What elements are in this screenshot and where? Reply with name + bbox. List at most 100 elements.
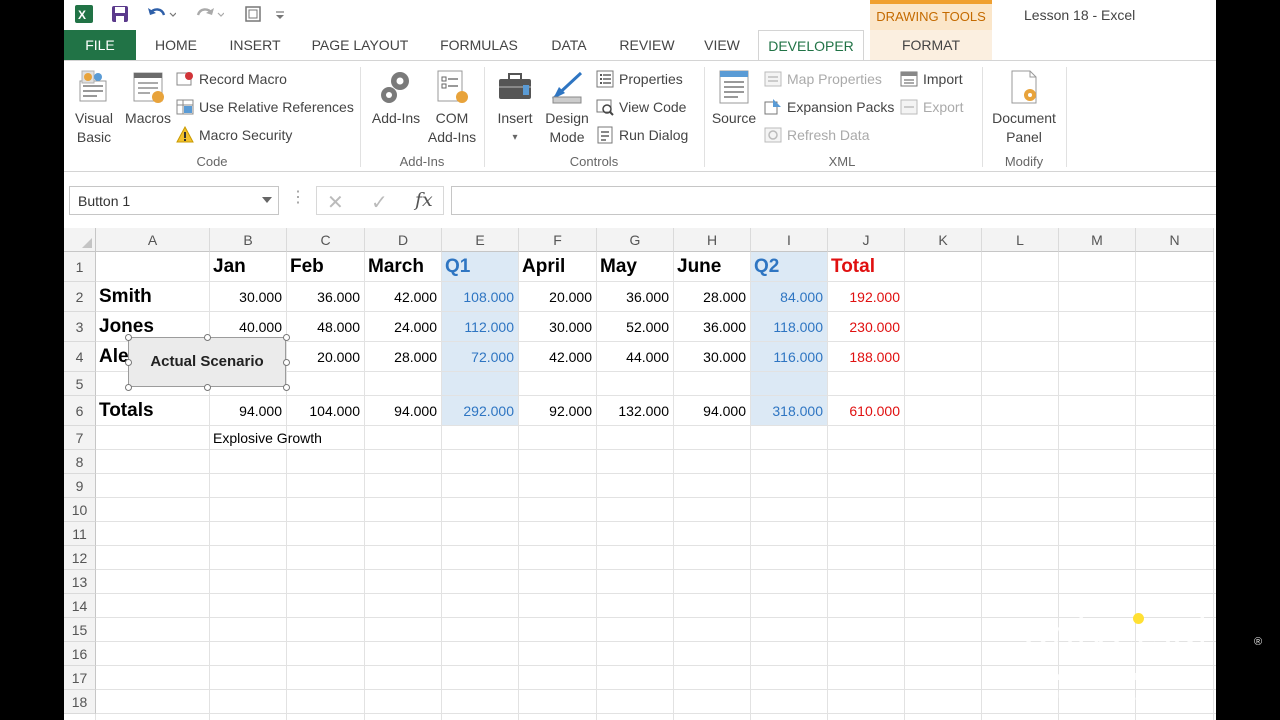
row-header-4[interactable]: 4: [64, 342, 96, 372]
macros-button[interactable]: Macros: [120, 67, 176, 128]
cell-header-may[interactable]: May: [600, 252, 637, 282]
cell-total-value[interactable]: 292.000: [442, 396, 514, 426]
tab-page-layout[interactable]: PAGE LAYOUT: [304, 30, 416, 60]
cell-value[interactable]: 20.000: [287, 342, 360, 372]
properties-button[interactable]: Properties: [596, 67, 683, 91]
resize-handle[interactable]: [204, 334, 211, 341]
import-button[interactable]: Import: [900, 67, 963, 91]
insert-control-button[interactable]: Insert ▾: [492, 67, 538, 147]
tab-format[interactable]: FORMAT: [870, 30, 992, 60]
cell-total-value[interactable]: 94.000: [365, 396, 437, 426]
resize-handle[interactable]: [125, 359, 132, 366]
cell-value[interactable]: 36.000: [597, 282, 669, 312]
column-header-a[interactable]: A: [96, 228, 210, 252]
cell-value[interactable]: 28.000: [365, 342, 437, 372]
resize-handle[interactable]: [283, 359, 290, 366]
cell-value[interactable]: 112.000: [442, 312, 514, 342]
formula-input[interactable]: [451, 186, 1216, 215]
add-ins-button[interactable]: Add-Ins: [364, 67, 428, 128]
row-header-16[interactable]: 16: [64, 642, 96, 666]
cell-value[interactable]: 48.000: [287, 312, 360, 342]
cell-value[interactable]: 52.000: [597, 312, 669, 342]
cell-total-value[interactable]: 104.000: [287, 396, 360, 426]
column-header-b[interactable]: B: [210, 228, 287, 252]
cell-name[interactable]: Smith: [99, 282, 152, 312]
row-header-5[interactable]: 5: [64, 372, 96, 396]
cell-header-jan[interactable]: Jan: [213, 252, 246, 282]
customize-qat-icon[interactable]: [272, 3, 288, 25]
resize-handle[interactable]: [125, 334, 132, 341]
visual-basic-button[interactable]: Visual Basic: [68, 67, 120, 147]
tab-data[interactable]: DATA: [540, 30, 598, 60]
select-all-corner[interactable]: [64, 228, 96, 252]
cell-value[interactable]: 36.000: [674, 312, 746, 342]
undo-icon[interactable]: [144, 3, 178, 25]
tab-insert[interactable]: INSERT: [222, 30, 288, 60]
column-header-d[interactable]: D: [365, 228, 442, 252]
cell-value[interactable]: 42.000: [519, 342, 592, 372]
row-header-15[interactable]: 15: [64, 618, 96, 642]
row-header-11[interactable]: 11: [64, 522, 96, 546]
row-header-17[interactable]: 17: [64, 666, 96, 690]
cell-total-value[interactable]: 132.000: [597, 396, 669, 426]
cell-header-feb[interactable]: Feb: [290, 252, 324, 282]
column-header-e[interactable]: E: [442, 228, 519, 252]
save-icon[interactable]: [108, 3, 132, 25]
cell-value[interactable]: 230.000: [828, 312, 900, 342]
column-header-h[interactable]: H: [674, 228, 751, 252]
cell-value[interactable]: 192.000: [828, 282, 900, 312]
row-header-3[interactable]: 3: [64, 312, 96, 342]
row-header-8[interactable]: 8: [64, 450, 96, 474]
cell-header-june[interactable]: June: [677, 252, 721, 282]
view-code-button[interactable]: View Code: [596, 95, 686, 119]
enter-icon[interactable]: ✓: [371, 190, 388, 215]
tab-formulas[interactable]: FORMULAS: [432, 30, 526, 60]
cell-header-april[interactable]: April: [522, 252, 565, 282]
cell-value[interactable]: 44.000: [597, 342, 669, 372]
cell-total-value[interactable]: 94.000: [674, 396, 746, 426]
row-header-14[interactable]: 14: [64, 594, 96, 618]
cell-total-value[interactable]: 610.000: [828, 396, 900, 426]
row-header-9[interactable]: 9: [64, 474, 96, 498]
cell-value[interactable]: 84.000: [751, 282, 823, 312]
column-header-k[interactable]: K: [905, 228, 982, 252]
cell-value[interactable]: 24.000: [365, 312, 437, 342]
insert-function-icon[interactable]: fx: [415, 189, 433, 211]
column-header-c[interactable]: C: [287, 228, 365, 252]
map-properties-button[interactable]: Map Properties: [764, 67, 882, 91]
design-mode-button[interactable]: Design Mode: [540, 67, 594, 147]
row-header-6[interactable]: 6: [64, 396, 96, 426]
cell-value[interactable]: 30.000: [210, 282, 282, 312]
document-panel-button[interactable]: Document Panel: [986, 67, 1062, 147]
cell-header-total[interactable]: Total: [831, 252, 875, 282]
cancel-icon[interactable]: ✕: [327, 190, 344, 215]
row-header-12[interactable]: 12: [64, 546, 96, 570]
cell-value[interactable]: 116.000: [751, 342, 823, 372]
redo-icon[interactable]: [192, 3, 226, 25]
resize-handle[interactable]: [204, 384, 211, 391]
cell-value[interactable]: 108.000: [442, 282, 514, 312]
resize-handle[interactable]: [283, 384, 290, 391]
tab-home[interactable]: HOME: [146, 30, 206, 60]
row-header-10[interactable]: 10: [64, 498, 96, 522]
com-add-ins-button[interactable]: COM Add-Ins: [426, 67, 478, 147]
column-header-i[interactable]: I: [751, 228, 828, 252]
column-header-j[interactable]: J: [828, 228, 905, 252]
cell-total-value[interactable]: 318.000: [751, 396, 823, 426]
name-box[interactable]: Button 1: [69, 186, 279, 215]
cell-value[interactable]: 188.000: [828, 342, 900, 372]
refresh-data-button[interactable]: Refresh Data: [764, 123, 869, 147]
row-header-7[interactable]: 7: [64, 426, 96, 450]
cell-header-march[interactable]: March: [368, 252, 424, 282]
chevron-down-icon[interactable]: [262, 197, 272, 203]
cell-total-value[interactable]: 94.000: [210, 396, 282, 426]
cell-value[interactable]: 42.000: [365, 282, 437, 312]
column-header-m[interactable]: M: [1059, 228, 1136, 252]
cell-value[interactable]: 118.000: [751, 312, 823, 342]
resize-handle[interactable]: [283, 334, 290, 341]
cell-note[interactable]: Explosive Growth: [213, 426, 322, 450]
row-header-2[interactable]: 2: [64, 282, 96, 312]
resize-handle[interactable]: [125, 384, 132, 391]
export-button[interactable]: Export: [900, 95, 963, 119]
cell-totals-label[interactable]: Totals: [99, 396, 154, 426]
